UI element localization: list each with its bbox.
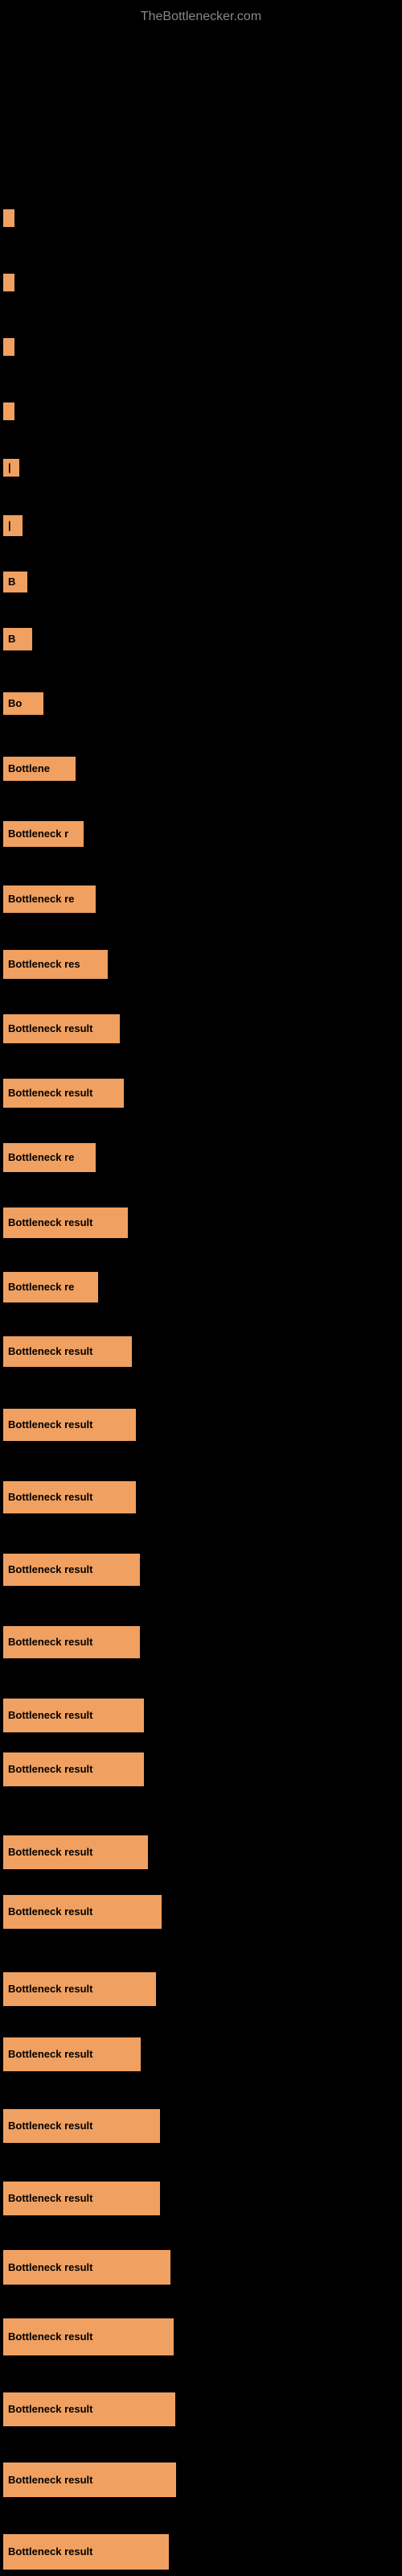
bottleneck-label-20: Bottleneck result xyxy=(3,1409,136,1441)
bottleneck-label-18: Bottleneck re xyxy=(3,1272,98,1302)
bottleneck-label-31: Bottleneck result xyxy=(3,2182,160,2215)
bottleneck-label-2 xyxy=(3,274,14,291)
bottleneck-item-4 xyxy=(3,402,14,424)
bottleneck-label-36: Bottleneck result xyxy=(3,2534,169,2570)
bottleneck-item-9: Bo xyxy=(3,692,43,719)
bottleneck-item-36: Bottleneck result xyxy=(3,2534,169,2574)
bottleneck-label-12: Bottleneck re xyxy=(3,886,96,913)
bottleneck-item-21: Bottleneck result xyxy=(3,1481,136,1517)
bottleneck-item-34: Bottleneck result xyxy=(3,2392,175,2430)
bottleneck-item-35: Bottleneck result xyxy=(3,2462,176,2501)
bottleneck-label-22: Bottleneck result xyxy=(3,1554,140,1586)
bottleneck-label-11: Bottleneck r xyxy=(3,821,84,847)
bottleneck-item-32: Bottleneck result xyxy=(3,2250,170,2289)
bottleneck-label-30: Bottleneck result xyxy=(3,2109,160,2143)
bottleneck-item-22: Bottleneck result xyxy=(3,1554,140,1590)
bottleneck-item-30: Bottleneck result xyxy=(3,2109,160,2147)
site-title: TheBottlenecker.com xyxy=(0,3,402,31)
bottleneck-item-13: Bottleneck res xyxy=(3,950,108,983)
bottleneck-label-15: Bottleneck result xyxy=(3,1079,124,1108)
bottleneck-label-1 xyxy=(3,209,14,227)
bottleneck-item-12: Bottleneck re xyxy=(3,886,96,917)
bottleneck-label-3 xyxy=(3,338,14,356)
bottleneck-item-20: Bottleneck result xyxy=(3,1409,136,1445)
bottleneck-item-3 xyxy=(3,338,14,360)
bottleneck-label-17: Bottleneck result xyxy=(3,1208,128,1238)
bottleneck-item-5: | xyxy=(3,459,19,481)
bottleneck-item-33: Bottleneck result xyxy=(3,2318,174,2359)
bottleneck-item-23: Bottleneck result xyxy=(3,1626,140,1662)
bottleneck-label-35: Bottleneck result xyxy=(3,2462,176,2497)
bottleneck-item-18: Bottleneck re xyxy=(3,1272,98,1307)
bottleneck-item-15: Bottleneck result xyxy=(3,1079,124,1112)
bottleneck-label-8: B xyxy=(3,628,32,650)
bottleneck-label-33: Bottleneck result xyxy=(3,2318,174,2355)
bottleneck-item-26: Bottleneck result xyxy=(3,1835,148,1873)
bottleneck-item-14: Bottleneck result xyxy=(3,1014,120,1047)
bottleneck-item-29: Bottleneck result xyxy=(3,2037,141,2075)
bottleneck-item-25: Bottleneck result xyxy=(3,1752,144,1790)
bottleneck-item-27: Bottleneck result xyxy=(3,1895,162,1933)
bottleneck-item-10: Bottlene xyxy=(3,757,76,785)
bottleneck-label-32: Bottleneck result xyxy=(3,2250,170,2285)
bottleneck-item-17: Bottleneck result xyxy=(3,1208,128,1242)
bottleneck-item-7: B xyxy=(3,572,27,597)
bottleneck-label-6: | xyxy=(3,515,23,536)
bottleneck-item-2 xyxy=(3,274,14,295)
bottleneck-label-4 xyxy=(3,402,14,420)
bottleneck-label-26: Bottleneck result xyxy=(3,1835,148,1869)
bottleneck-label-7: B xyxy=(3,572,27,592)
bottleneck-item-16: Bottleneck re xyxy=(3,1143,96,1176)
bottleneck-item-1 xyxy=(3,209,14,231)
bottleneck-label-34: Bottleneck result xyxy=(3,2392,175,2426)
bottleneck-label-29: Bottleneck result xyxy=(3,2037,141,2071)
bottleneck-label-25: Bottleneck result xyxy=(3,1752,144,1786)
bottleneck-item-28: Bottleneck result xyxy=(3,1972,156,2010)
bottleneck-label-21: Bottleneck result xyxy=(3,1481,136,1513)
bottleneck-label-16: Bottleneck re xyxy=(3,1143,96,1172)
bottleneck-label-10: Bottlene xyxy=(3,757,76,781)
bottleneck-item-31: Bottleneck result xyxy=(3,2182,160,2219)
bottleneck-label-27: Bottleneck result xyxy=(3,1895,162,1929)
bottleneck-label-14: Bottleneck result xyxy=(3,1014,120,1043)
bottleneck-label-5: | xyxy=(3,459,19,477)
bottleneck-label-13: Bottleneck res xyxy=(3,950,108,979)
bottleneck-item-8: B xyxy=(3,628,32,654)
bottleneck-item-11: Bottleneck r xyxy=(3,821,84,851)
bottleneck-item-19: Bottleneck result xyxy=(3,1336,132,1371)
bottleneck-label-23: Bottleneck result xyxy=(3,1626,140,1658)
bottleneck-label-19: Bottleneck result xyxy=(3,1336,132,1367)
bottleneck-label-24: Bottleneck result xyxy=(3,1699,144,1732)
bottleneck-item-24: Bottleneck result xyxy=(3,1699,144,1736)
bottleneck-label-28: Bottleneck result xyxy=(3,1972,156,2006)
bottleneck-item-6: | xyxy=(3,515,23,540)
bottleneck-label-9: Bo xyxy=(3,692,43,715)
